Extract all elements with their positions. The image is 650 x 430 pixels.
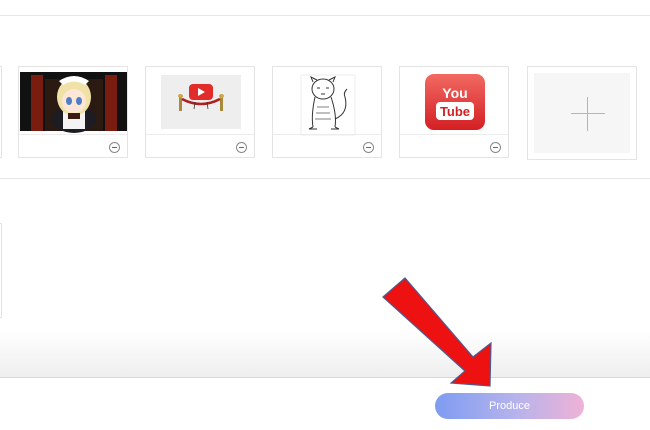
red-arrow-icon bbox=[382, 277, 492, 387]
